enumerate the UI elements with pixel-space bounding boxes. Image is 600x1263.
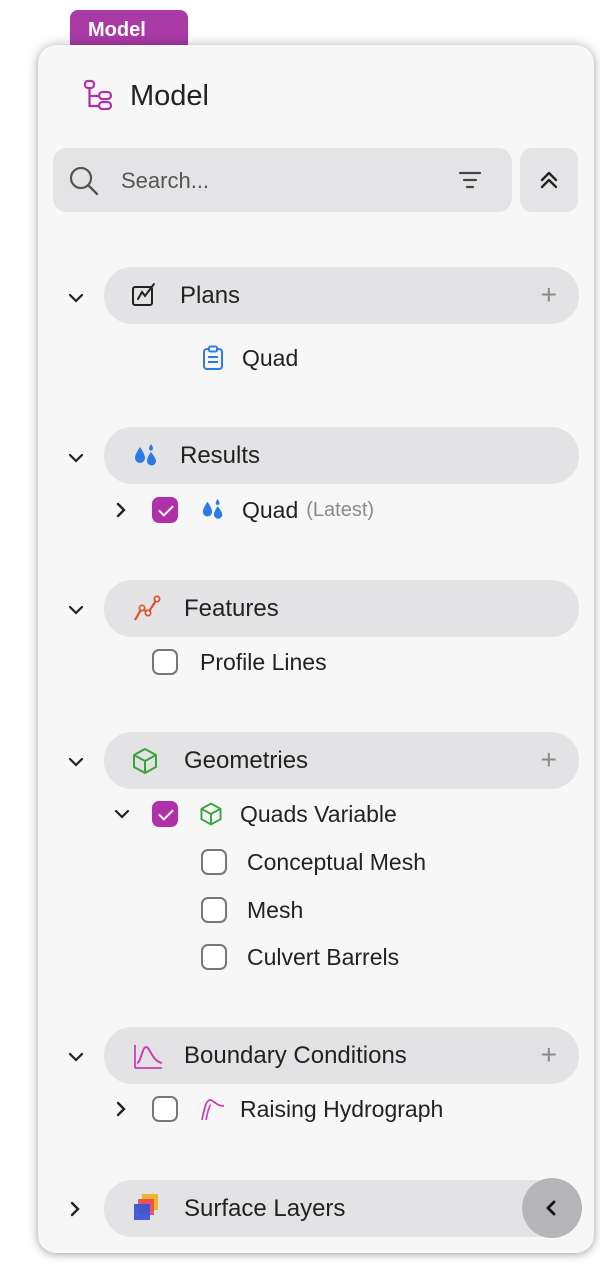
tree-item-conceptual-mesh[interactable]: Conceptual Mesh	[201, 844, 426, 880]
add-boundary-button[interactable]: +	[541, 1039, 557, 1071]
raising-hydrograph-checkbox[interactable]	[152, 1096, 178, 1122]
raising-hydrograph-label: Raising Hydrograph	[240, 1095, 444, 1122]
mesh-checkbox[interactable]	[201, 897, 227, 923]
chevron-left-icon	[546, 1200, 556, 1216]
chevron-right-icon[interactable]	[112, 1100, 130, 1118]
tree-item-result[interactable]: Quad (Latest)	[112, 492, 374, 528]
cube-icon	[200, 802, 222, 826]
search-icon	[69, 166, 99, 196]
tree-item-mesh[interactable]: Mesh	[201, 892, 303, 928]
culvert-barrels-label: Culvert Barrels	[247, 943, 400, 970]
model-tree-icon	[83, 79, 113, 111]
chevron-down-icon[interactable]	[66, 288, 86, 308]
list-item-label: Quad	[242, 344, 299, 371]
chevron-down-icon[interactable]	[66, 1047, 86, 1067]
search-placeholder: Search...	[121, 168, 210, 193]
conceptual-mesh-label: Conceptual Mesh	[247, 848, 426, 875]
panel-header: Model	[82, 76, 209, 116]
add-geometry-button[interactable]: +	[541, 744, 557, 776]
profile-lines-label: Profile Lines	[200, 648, 327, 675]
list-item[interactable]: Quad	[202, 340, 298, 376]
chevron-down-icon[interactable]	[66, 600, 86, 620]
chevron-down-icon[interactable]	[66, 448, 86, 468]
water-drops-icon	[135, 444, 156, 466]
hydrograph-icon	[134, 1045, 163, 1069]
chevron-down-icon[interactable]	[66, 752, 86, 772]
section-boundary-label: Boundary Conditions	[184, 1042, 407, 1069]
chevron-right-icon[interactable]	[66, 1200, 84, 1218]
tree-item-culvert-barrels[interactable]: Culvert Barrels	[201, 939, 399, 975]
page-title: Model	[130, 79, 209, 112]
result-label: Quad	[242, 496, 299, 523]
chevron-right-icon[interactable]	[112, 501, 130, 519]
section-geometries-label: Geometries	[184, 747, 309, 774]
section-results[interactable]: Results	[104, 427, 579, 484]
section-surface-layers[interactable]: Surface Layers	[104, 1180, 579, 1237]
section-boundary-conditions[interactable]: Boundary Conditions +	[104, 1027, 579, 1084]
section-plans[interactable]: Plans +	[104, 267, 579, 324]
section-geometries[interactable]: Geometries +	[104, 732, 579, 789]
collapse-panel-button[interactable]	[522, 1178, 582, 1238]
plan-edit-icon	[132, 283, 155, 306]
model-tab[interactable]: Model	[70, 10, 188, 50]
mesh-label: Mesh	[247, 896, 304, 923]
quads-variable-label: Quads Variable	[240, 800, 397, 827]
result-checkbox[interactable]	[152, 497, 178, 523]
filter-icon[interactable]	[457, 168, 483, 192]
water-drops-icon	[202, 498, 223, 519]
double-chevron-up-icon	[540, 171, 558, 189]
hydrograph-icon	[201, 1099, 225, 1121]
result-status-badge: (Latest)	[306, 498, 375, 521]
section-results-label: Results	[180, 442, 261, 469]
quads-variable-checkbox[interactable]	[152, 801, 178, 827]
layers-icon	[134, 1194, 158, 1220]
profile-lines-checkbox[interactable]	[152, 649, 178, 675]
chevron-down-icon[interactable]	[112, 804, 132, 824]
section-features[interactable]: Features	[104, 580, 579, 637]
search-input[interactable]: Search...	[53, 148, 512, 212]
tree-item-quads-variable[interactable]: Quads Variable	[112, 796, 397, 832]
section-plans-label: Plans	[180, 282, 241, 309]
tree-item-raising-hydrograph[interactable]: Raising Hydrograph	[112, 1091, 443, 1127]
clipboard-icon	[203, 345, 223, 370]
polyline-icon	[134, 595, 161, 621]
collapse-all-button[interactable]	[520, 148, 578, 212]
add-plan-button[interactable]: +	[541, 279, 557, 311]
culvert-barrels-checkbox[interactable]	[201, 944, 227, 970]
cube-icon	[133, 748, 157, 774]
section-features-label: Features	[184, 595, 279, 622]
section-surface-label: Surface Layers	[184, 1195, 346, 1222]
conceptual-mesh-checkbox[interactable]	[201, 849, 227, 875]
tree-item-profile-lines[interactable]: Profile Lines	[152, 644, 327, 680]
model-tab-label: Model	[88, 19, 146, 41]
